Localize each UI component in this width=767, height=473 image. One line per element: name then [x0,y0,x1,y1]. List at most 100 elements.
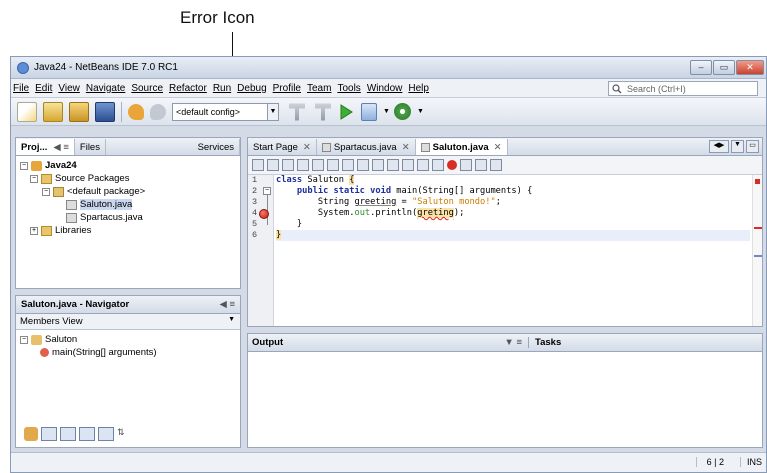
comment-icon[interactable] [475,159,487,171]
menu-run[interactable]: Run [213,83,231,94]
maximize-editor-icon[interactable]: ▭ [746,140,759,153]
menu-bar: File Edit View Navigate Source Refactor … [11,79,766,98]
find-prev-icon[interactable] [327,159,339,171]
menu-source[interactable]: Source [131,83,163,94]
run-icon[interactable] [339,103,353,120]
line-number: 6 [252,230,258,240]
collapse-icon[interactable]: − [30,174,38,183]
tab-saluton[interactable]: Saluton.java ✕ [415,139,508,155]
nav-node-class[interactable]: − Saluton [20,333,236,346]
error-icon[interactable] [259,209,269,219]
clean-build-icon[interactable] [315,103,331,121]
tree-node-spartacus[interactable]: Spartacus.java [20,211,236,224]
menu-refactor[interactable]: Refactor [169,83,207,94]
main-toolbar: <default config> ▼ ▼ ▼ [11,98,766,126]
menu-file[interactable]: File [13,83,29,94]
menu-tools[interactable]: Tools [337,83,360,94]
save-all-icon[interactable] [95,101,115,122]
build-hammer-icon[interactable] [289,103,305,121]
chevron-down-icon[interactable]: ▼ [383,108,390,115]
caret-stripe-mark[interactable] [754,255,762,257]
scroll-tabs-icon[interactable]: ◀▶ [709,140,729,153]
back-icon[interactable] [282,159,294,171]
collapse-icon[interactable]: − [42,187,50,196]
nav-node-method[interactable]: main(String[] arguments) [20,346,236,359]
menu-profile[interactable]: Profile [273,83,301,94]
tab-services[interactable]: Services [193,139,240,155]
next-bookmark-icon[interactable] [387,159,399,171]
redo-icon[interactable] [150,103,166,120]
filter-icon[interactable] [24,427,38,441]
tree-node-source-packages[interactable]: − Source Packages [20,172,236,185]
expand-icon[interactable]: + [30,226,38,235]
open-project-icon[interactable] [69,101,89,122]
navigator-menu-icon[interactable]: ◀ ≡ [220,299,236,310]
filter-inherited-icon[interactable] [98,427,114,441]
search-input[interactable]: Search (Ctrl+I) [608,81,758,96]
close-icon[interactable]: ✕ [303,142,311,153]
source-view-icon[interactable] [252,159,264,171]
new-project-icon[interactable] [43,101,63,122]
chevron-down-icon[interactable]: ▼ [267,102,279,121]
tab-projects[interactable]: Proj... ◀ ≡ [16,139,75,155]
new-file-icon[interactable] [17,101,37,122]
filter-nonpublic-icon[interactable] [79,427,95,441]
toggle-bookmark-icon[interactable] [402,159,414,171]
find-next-icon[interactable] [342,159,354,171]
shift-left-icon[interactable] [417,159,429,171]
package-folder-icon [41,173,52,184]
collapse-icon[interactable]: − [20,335,28,344]
tab-start-page[interactable]: Start Page ✕ [248,139,317,155]
tab-spartacus[interactable]: Spartacus.java ✕ [317,139,416,155]
menu-team[interactable]: Team [307,83,331,94]
navigator-panel: Saluton.java - Navigator ◀ ≡ Members Vie… [15,295,241,448]
macro-record-icon[interactable] [447,160,457,170]
menu-view[interactable]: View [58,83,80,94]
java-file-icon [66,212,77,223]
tab-tasks[interactable]: Tasks [528,337,561,348]
filter-fields-icon[interactable] [41,427,57,441]
debug-icon[interactable] [361,102,377,121]
close-icon[interactable]: ✕ [494,142,502,153]
macro-stop-icon[interactable] [460,159,472,171]
search-icon [612,83,622,93]
forward-icon[interactable] [297,159,309,171]
error-stripe-mark[interactable] [754,227,762,229]
tab-files[interactable]: Files [75,139,106,155]
code-area[interactable]: class Saluton { public static void main(… [276,175,750,241]
filter-static-icon[interactable] [60,427,76,441]
sort-icon[interactable]: ⇅ [117,427,131,441]
profile-icon[interactable] [393,103,411,120]
close-icon[interactable]: ✕ [402,142,410,153]
undo-icon[interactable] [128,103,144,120]
shift-right-icon[interactable] [432,159,444,171]
menu-navigate[interactable]: Navigate [86,83,125,94]
menu-help[interactable]: Help [408,83,429,94]
tree-node-project[interactable]: − Java24 [20,159,236,172]
history-icon[interactable] [267,159,279,171]
output-menu-icon[interactable]: ▼ ≡ [504,337,522,348]
tab-list-icon[interactable]: ▼ [731,140,744,153]
tab-output[interactable]: Output ▼ ≡ [248,337,528,348]
collapse-icon[interactable]: − [20,161,28,170]
chevron-down-icon[interactable]: ▼ [417,108,424,115]
toggle-highlight-icon[interactable] [357,159,369,171]
close-button[interactable]: ✕ [736,60,764,75]
maximize-button[interactable]: ▭ [713,60,735,75]
menu-debug[interactable]: Debug [237,83,266,94]
menu-window[interactable]: Window [367,83,403,94]
menu-edit[interactable]: Edit [35,83,52,94]
java-file-icon [321,142,331,152]
prev-bookmark-icon[interactable] [372,159,384,171]
navigator-title: Saluton.java - Navigator [21,299,130,310]
tree-node-libraries[interactable]: + Libraries [20,224,236,237]
members-view-select[interactable]: Members View ▼ [16,314,240,330]
find-icon[interactable] [312,159,324,171]
minimize-button[interactable]: – [690,60,712,75]
line-number: 1 [252,175,258,185]
config-select[interactable]: <default config> [172,102,268,121]
tree-node-default-package[interactable]: − <default package> [20,185,236,198]
tree-node-saluton[interactable]: Saluton.java [20,198,236,211]
uncomment-icon[interactable] [490,159,502,171]
fold-collapse-icon[interactable]: − [263,187,271,195]
